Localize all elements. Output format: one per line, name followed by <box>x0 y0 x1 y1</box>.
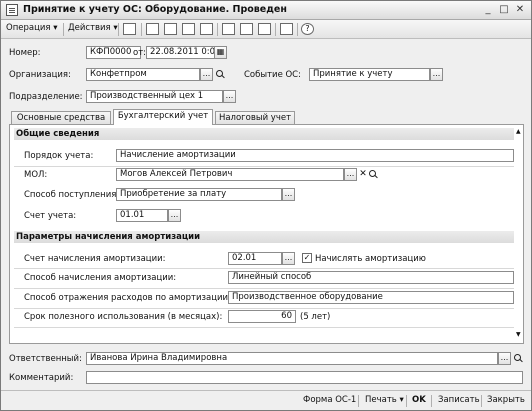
org-search-icon[interactable] <box>215 68 225 81</box>
tab-main-assets[interactable]: Основные средства <box>11 111 111 124</box>
accrue-label: Начислять амортизацию <box>315 254 426 264</box>
method-field[interactable]: Линейный способ <box>228 271 514 284</box>
accrue-checkbox[interactable]: ✓ <box>302 253 312 263</box>
term-field[interactable]: 60 <box>228 310 296 323</box>
order-field[interactable]: Начисление амортизации <box>116 149 514 162</box>
print-menu-button[interactable]: Печать ▾ <box>365 395 404 405</box>
number-label: Номер: <box>9 48 41 58</box>
form-os1-button[interactable]: Форма ОС-1 <box>303 395 356 405</box>
mol-label: МОЛ: <box>24 170 48 180</box>
responsible-field[interactable]: Иванова Ирина Владимировна <box>86 352 498 365</box>
responsible-search-icon[interactable] <box>513 352 523 365</box>
general-section-header: Общие сведения <box>14 128 514 140</box>
save-icon[interactable] <box>146 23 159 35</box>
term-label: Срок полезного использования (в месяцах)… <box>24 312 223 322</box>
copy-icon[interactable] <box>123 23 136 35</box>
unpost-icon[interactable] <box>182 23 195 35</box>
division-label: Подразделение: <box>9 92 83 102</box>
help-icon[interactable]: ? <box>301 23 314 35</box>
accounting-panel: Общие сведения Порядок учета: Начисление… <box>9 124 524 344</box>
org-label: Организация: <box>9 70 71 80</box>
operation-menu[interactable]: Операция ▾ <box>6 23 57 33</box>
report-icon[interactable] <box>258 23 271 35</box>
save-button[interactable]: Записать <box>438 395 480 405</box>
post-icon[interactable] <box>164 23 177 35</box>
spelling-icon[interactable] <box>222 23 235 35</box>
org-field[interactable]: Конфетпром <box>86 68 200 81</box>
depreciation-section-header: Параметры начисления амортизации <box>14 231 514 243</box>
document-window: Принятие к учету ОС: Оборудование. Прове… <box>0 0 532 411</box>
ok-button[interactable]: OK <box>412 395 426 405</box>
comment-label: Комментарий: <box>9 373 74 383</box>
mol-field[interactable]: Могов Алексей Петрович <box>116 168 344 181</box>
term-years: (5 лет) <box>300 312 331 322</box>
tab-tax[interactable]: Налоговый учет <box>215 111 295 124</box>
method-label: Способ начисления амортизации: <box>24 273 177 283</box>
event-select-button[interactable]: ... <box>430 68 443 81</box>
actions-menu[interactable]: Действия ▾ <box>68 23 118 33</box>
mol-clear-icon[interactable]: ✕ <box>358 168 368 181</box>
date-field[interactable]: 22.08.2011 0:00 <box>146 46 216 59</box>
close-icon[interactable]: ✕ <box>513 3 527 17</box>
document-icon <box>6 4 18 16</box>
scroll-down-icon[interactable]: ▼ <box>516 331 521 338</box>
expense-label: Способ отражения расходов по амортизации… <box>24 293 231 303</box>
structure-icon[interactable] <box>240 23 253 35</box>
maximize-icon[interactable]: □ <box>497 3 511 17</box>
refresh-icon[interactable] <box>200 23 213 35</box>
receipt-label: Способ поступления: <box>24 190 120 200</box>
dep-account-field[interactable]: 02.01 <box>228 252 282 265</box>
responsible-select-button[interactable]: ... <box>498 352 511 365</box>
calendar-icon[interactable]: ▦ <box>214 46 227 59</box>
list-icon[interactable] <box>280 23 293 35</box>
mol-search-icon[interactable] <box>368 168 378 181</box>
scroll-up-icon[interactable]: ▲ <box>516 128 521 135</box>
dep-account-label: Счет начисления амортизации: <box>24 254 166 264</box>
event-label: Событие ОС: <box>244 70 301 80</box>
dep-account-select-button[interactable]: ... <box>282 252 295 265</box>
bottom-bar: Форма ОС-1 Печать ▾ OK Записать Закрыть <box>1 390 531 410</box>
title-bar: Принятие к учету ОС: Оборудование. Прове… <box>1 1 531 20</box>
responsible-label: Ответственный: <box>9 354 82 364</box>
mol-select-button[interactable]: ... <box>344 168 357 181</box>
division-select-button[interactable]: ... <box>223 90 236 103</box>
from-label: от: <box>133 48 147 58</box>
order-label: Порядок учета: <box>24 151 94 161</box>
account-select-button[interactable]: ... <box>168 209 181 222</box>
close-button[interactable]: Закрыть <box>487 395 525 405</box>
comment-field[interactable] <box>86 371 523 384</box>
expense-field[interactable]: Производственное оборудование <box>228 291 514 304</box>
account-label: Счет учета: <box>24 211 77 221</box>
toolbar: Операция ▾ Действия ▾ ? <box>1 20 531 39</box>
org-select-button[interactable]: ... <box>200 68 213 81</box>
window-title: Принятие к учету ОС: Оборудование. Прове… <box>23 4 287 15</box>
event-field[interactable]: Принятие к учету <box>309 68 430 81</box>
tab-accounting[interactable]: Бухгалтерский учет <box>113 109 213 125</box>
account-field[interactable]: 01.01 <box>116 209 168 222</box>
receipt-field[interactable]: Приобретение за плату <box>116 188 282 201</box>
division-field[interactable]: Производственный цех 1 <box>86 90 223 103</box>
minimize-icon[interactable]: _ <box>481 3 495 17</box>
receipt-select-button[interactable]: ... <box>282 188 295 201</box>
